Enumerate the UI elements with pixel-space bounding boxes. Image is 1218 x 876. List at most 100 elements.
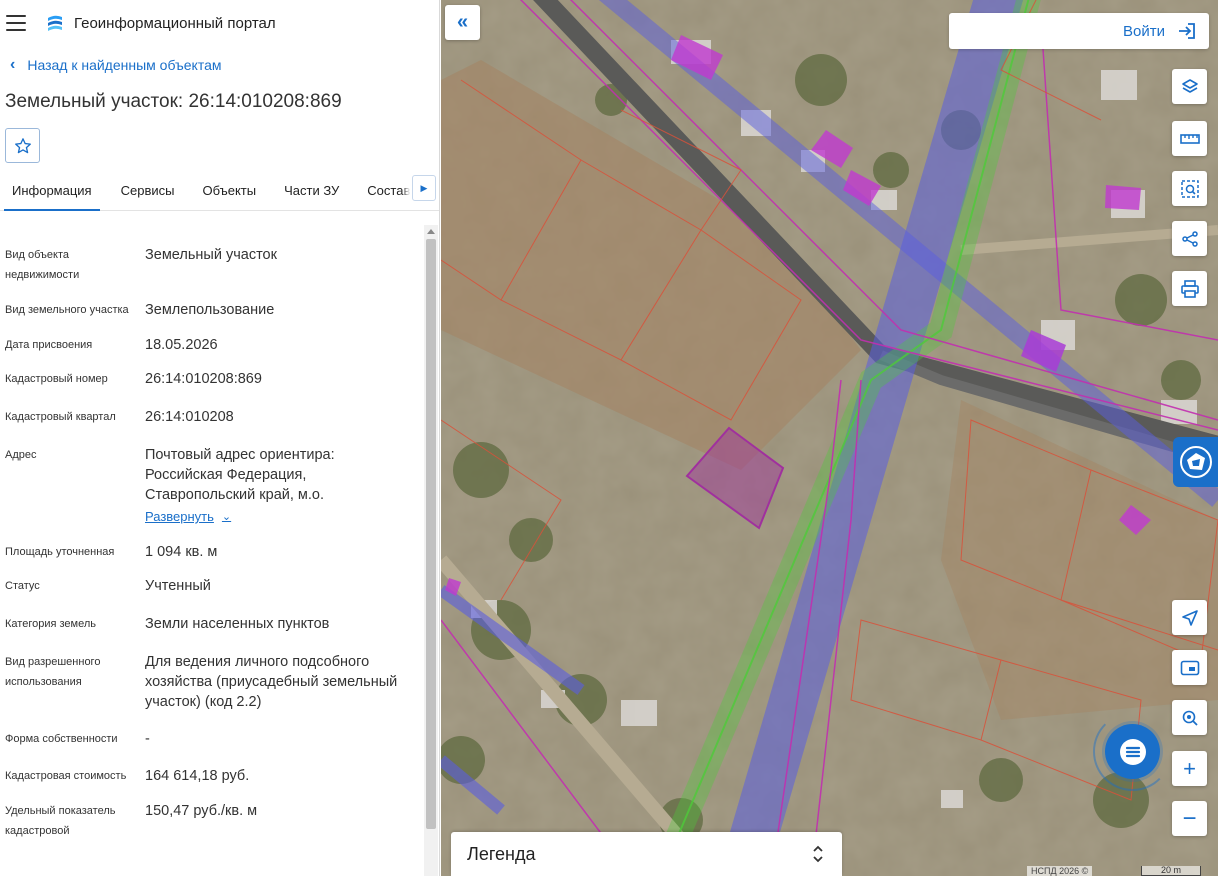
info-label: Форма собственности [5, 733, 118, 745]
info-label: Вид земельного участка [5, 304, 129, 316]
info-value: 150,47 руб./кв. м [145, 803, 258, 819]
caret-right-icon: ▶ [420, 182, 428, 193]
portal-title: Геоинформационный портал [74, 14, 276, 32]
chat-button[interactable] [1105, 724, 1160, 779]
info-value: - [145, 731, 150, 747]
ruler-button[interactable] [1172, 121, 1207, 156]
login-label: Войти [1123, 22, 1165, 40]
info-row: Удельный показатель кадастровой 150,47 р… [0, 801, 423, 841]
login-arrow-icon [1179, 23, 1195, 39]
expand-address-link[interactable]: Развернуть ⌄ [145, 507, 231, 527]
info-label: Кадастровый квартал [5, 411, 116, 423]
area-select-icon [1180, 179, 1199, 198]
chat-icon [1119, 738, 1146, 765]
info-value: Для ведения личного подсобного хозяйства… [145, 654, 398, 710]
screen-button[interactable] [1172, 650, 1207, 685]
info-value: 26:14:010208 [145, 409, 234, 425]
scroll-up-arrow-icon[interactable] [427, 229, 435, 234]
info-value: Землепользование [145, 302, 275, 318]
zoom-in-button[interactable]: + [1172, 751, 1207, 786]
top-bar: Геоинформационный портал [0, 0, 439, 46]
rosreestr-button[interactable] [1173, 437, 1218, 487]
layers-button[interactable] [1172, 69, 1207, 104]
double-chevron-left-icon: « [456, 11, 469, 33]
info-row: Вид земельного участка Землепользование [0, 300, 423, 320]
hamburger-icon[interactable] [6, 15, 26, 31]
info-label: Категория земель [5, 618, 96, 630]
tab-parcel-parts[interactable]: Части ЗУ [276, 175, 347, 211]
info-label: Площадь уточненная [5, 546, 115, 558]
rosreestr-logo-icon [1179, 446, 1212, 478]
info-row: Кадастровая стоимость 164 614,18 руб. [0, 766, 423, 786]
navigation-arrow-icon [1181, 609, 1198, 626]
info-row: Адрес Почтовый адрес ориентира: Российск… [0, 445, 423, 527]
info-label: Статус [5, 580, 40, 592]
map-attribution: НСПД 2026 © [1027, 866, 1093, 876]
back-link-label: Назад к найденным объектам [27, 57, 222, 73]
scrollbar-thumb[interactable] [426, 239, 436, 829]
map-scale-bar: 20 m [1141, 866, 1201, 876]
layers-icon [1181, 78, 1198, 93]
info-label: Дата присвоения [5, 339, 93, 351]
tabs-scroll-right-button[interactable]: ▶ [412, 175, 436, 201]
info-value: 164 614,18 руб. [145, 768, 250, 784]
favorite-button[interactable] [5, 128, 40, 163]
locate-button[interactable] [1172, 600, 1207, 635]
info-row: Категория земель Земли населенных пункто… [0, 614, 423, 634]
info-row: Дата присвоения 18.05.2026 [0, 335, 423, 355]
area-select-button[interactable] [1172, 171, 1207, 206]
tab-information[interactable]: Информация [4, 175, 100, 211]
chevron-down-icon: ⌄ [221, 511, 232, 523]
info-row: Вид разрешенного использования Для веден… [0, 652, 423, 712]
info-label: Адрес [5, 449, 37, 461]
info-scrollbar[interactable] [424, 225, 438, 876]
star-icon [14, 137, 31, 153]
geo-search-icon [1182, 710, 1198, 726]
back-to-results-link[interactable]: ‹ Назад к найденным объектам [0, 54, 439, 76]
tab-services[interactable]: Сервисы [113, 175, 183, 211]
info-row: Кадастровый номер 26:14:010208:869 [0, 369, 423, 389]
tab-composition[interactable]: Состав [359, 175, 418, 211]
tab-bar: Информация Сервисы Объекты Части ЗУ Сост… [0, 175, 439, 211]
chevron-up-down-icon [813, 845, 823, 863]
minus-icon: − [1182, 804, 1197, 832]
expand-label: Развернуть [145, 509, 214, 524]
info-row: Статус Учтенный [0, 576, 423, 596]
info-label: Кадастровый номер [5, 373, 108, 385]
ruler-icon [1179, 133, 1200, 144]
info-value: Земли населенных пунктов [145, 616, 330, 632]
login-button[interactable]: Войти [949, 13, 1209, 49]
plus-icon: + [1183, 755, 1196, 781]
print-icon [1180, 279, 1199, 298]
info-row: Форма собственности - [0, 729, 423, 749]
collapse-panel-button[interactable]: « [445, 5, 480, 40]
legend-panel[interactable]: Легенда [451, 832, 842, 876]
print-button[interactable] [1172, 271, 1207, 306]
info-value: 1 094 кв. м [145, 544, 218, 560]
geo-search-button[interactable] [1172, 700, 1207, 735]
info-value-address: Почтовый адрес ориентира: Российская Фед… [145, 445, 423, 527]
map-view[interactable]: « Войти + − Легенда НСПД 2026 © 20 m [441, 0, 1218, 876]
object-title: Земельный участок: 26:14:010208:869 [5, 91, 342, 112]
address-text: Почтовый адрес ориентира: Российская Фед… [145, 447, 335, 503]
info-row: Кадастровый квартал 26:14:010208 [0, 407, 423, 427]
legend-label: Легенда [467, 843, 536, 864]
screen-icon [1180, 660, 1199, 675]
object-info-panel: Геоинформационный портал ‹ Назад к найде… [0, 0, 440, 876]
tab-objects[interactable]: Объекты [194, 175, 264, 211]
share-icon [1181, 230, 1198, 247]
chevron-left-icon: ‹ [10, 56, 16, 73]
info-row: Площадь уточненная 1 094 кв. м [0, 542, 423, 562]
information-list: Вид объекта недвижимости Земельный участ… [0, 225, 423, 876]
info-label: Вид объекта недвижимости [5, 249, 80, 281]
info-value: 18.05.2026 [145, 337, 218, 353]
info-label: Кадастровая стоимость [5, 770, 127, 782]
portal-logo-icon [48, 15, 62, 31]
info-label: Вид разрешенного использования [5, 656, 101, 688]
info-value: Земельный участок [145, 247, 277, 263]
share-button[interactable] [1172, 221, 1207, 256]
info-row: Вид объекта недвижимости Земельный участ… [0, 245, 423, 285]
zoom-out-button[interactable]: − [1172, 801, 1207, 836]
info-value: 26:14:010208:869 [145, 371, 262, 387]
info-label: Удельный показатель кадастровой [5, 805, 116, 837]
